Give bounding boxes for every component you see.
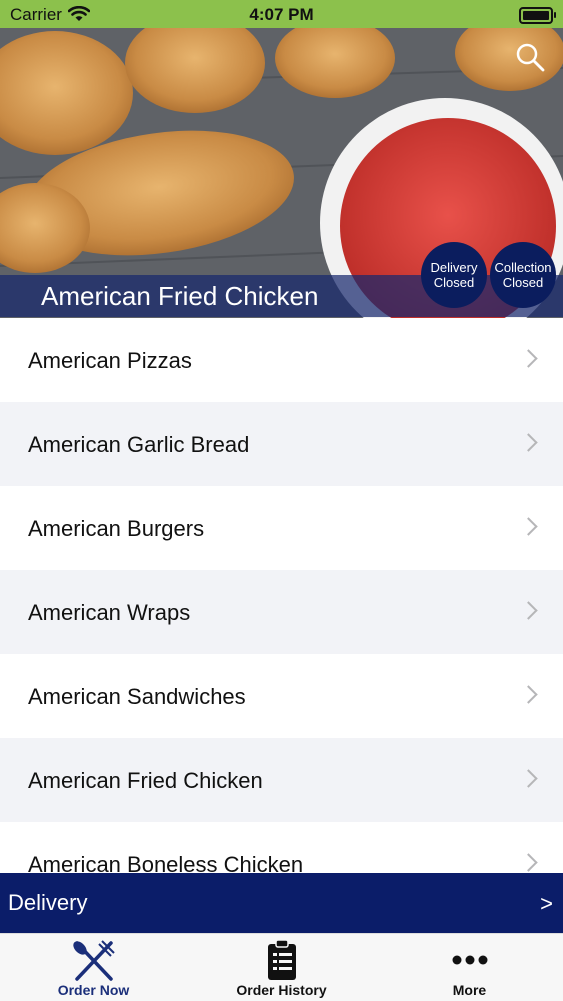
tab-label: More bbox=[452, 982, 487, 998]
menu-category-row[interactable]: American Wraps bbox=[0, 570, 563, 654]
chevron-right-icon bbox=[519, 685, 538, 704]
collection-status-badge: Collection Closed bbox=[490, 242, 556, 308]
menu-category-row[interactable]: American Boneless Chicken bbox=[0, 822, 563, 873]
clipboard-icon bbox=[188, 939, 375, 981]
search-icon[interactable] bbox=[515, 42, 545, 77]
tab-order-now[interactable]: Order Now bbox=[0, 934, 187, 1001]
status-bar: Carrier 4:07 PM bbox=[0, 0, 563, 28]
delivery-status-badge: Delivery Closed bbox=[421, 242, 487, 308]
menu-category-row[interactable]: American Fried Chicken bbox=[0, 738, 563, 822]
menu-category-row[interactable]: American Garlic Bread bbox=[0, 402, 563, 486]
clock: 4:07 PM bbox=[249, 5, 314, 24]
tab-bar: Order Now Order History More bbox=[0, 933, 563, 1001]
chevron-right-icon bbox=[519, 517, 538, 536]
collection-badge-line2: Closed bbox=[502, 275, 544, 290]
tab-order-history[interactable]: Order History bbox=[188, 934, 375, 1001]
tab-label: Order Now bbox=[57, 982, 130, 998]
more-dots-icon bbox=[376, 939, 563, 981]
chevron-right-icon bbox=[519, 601, 538, 620]
tab-more[interactable]: More bbox=[376, 934, 563, 1001]
restaurant-title: American Fried Chicken bbox=[41, 281, 319, 311]
menu-category-label: American Garlic Bread bbox=[28, 432, 250, 457]
chevron-right-icon bbox=[519, 769, 538, 788]
menu-category-label: American Burgers bbox=[28, 516, 205, 541]
chevron-right-icon bbox=[519, 349, 538, 368]
delivery-mode-arrow: > bbox=[540, 891, 553, 916]
menu-category-label: American Pizzas bbox=[28, 348, 192, 373]
delivery-mode-label: Delivery bbox=[8, 890, 88, 915]
menu-category-row[interactable]: American Pizzas bbox=[0, 318, 563, 402]
collection-badge-line1: Collection bbox=[494, 260, 552, 275]
header-banner: American Fried Chicken Delivery Closed C… bbox=[0, 28, 563, 318]
menu-category-label: American Wraps bbox=[28, 600, 191, 625]
tab-label: Order History bbox=[236, 982, 327, 998]
menu-category-label: American Sandwiches bbox=[28, 684, 246, 709]
delivery-badge-line1: Delivery bbox=[430, 260, 478, 275]
menu-category-list[interactable]: American Pizzas American Garlic Bread Am… bbox=[0, 318, 563, 873]
fork-knife-icon bbox=[0, 939, 187, 983]
menu-category-row[interactable]: American Sandwiches bbox=[0, 654, 563, 738]
delivery-badge-line2: Closed bbox=[433, 275, 475, 290]
chevron-right-icon bbox=[519, 853, 538, 872]
menu-category-label: American Fried Chicken bbox=[28, 768, 263, 793]
menu-category-row[interactable]: American Burgers bbox=[0, 486, 563, 570]
battery-icon bbox=[519, 7, 556, 24]
menu-category-label: American Boneless Chicken bbox=[28, 852, 304, 873]
chevron-right-icon bbox=[519, 433, 538, 452]
delivery-mode-bar[interactable]: Delivery > bbox=[0, 873, 563, 933]
